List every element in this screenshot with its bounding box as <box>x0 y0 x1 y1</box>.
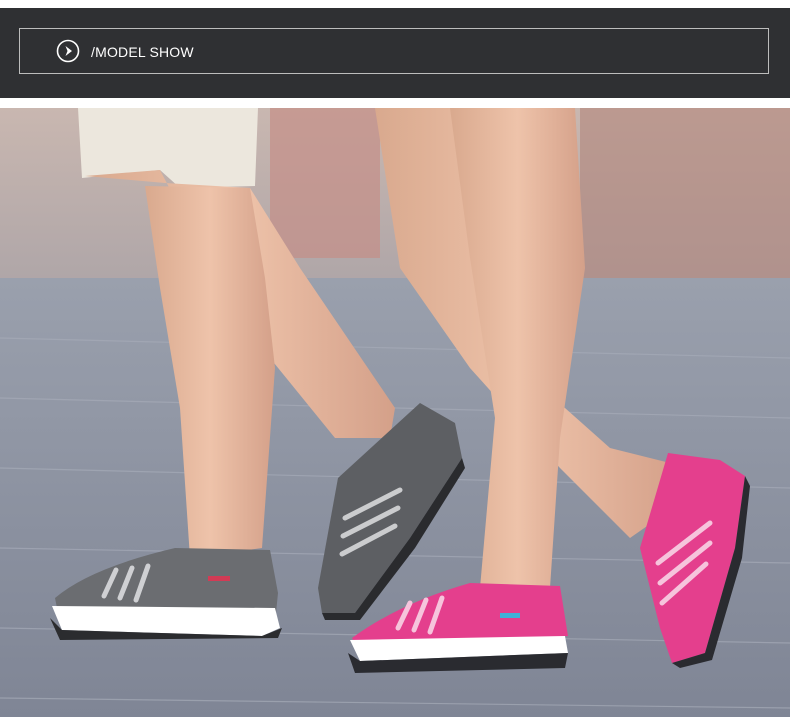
section-header-frame: /MODEL SHOW <box>19 28 769 74</box>
section-title: /MODEL SHOW <box>91 44 194 60</box>
play-circle-icon <box>56 39 80 63</box>
model-photo <box>0 108 790 717</box>
model-photo-illustration <box>0 108 790 717</box>
section-header: /MODEL SHOW <box>0 8 790 98</box>
